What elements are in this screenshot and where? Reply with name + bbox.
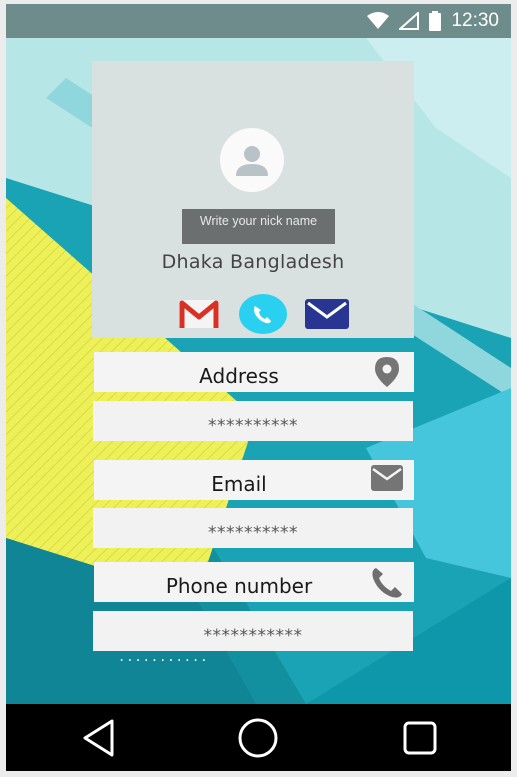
phone-label: Phone number [165, 574, 313, 598]
envelope-icon[interactable] [370, 464, 404, 492]
nav-bar [6, 704, 511, 771]
home-button[interactable] [236, 718, 280, 758]
address-label-row: Address [94, 352, 414, 392]
stray-text: ........... [118, 650, 209, 664]
avatar[interactable] [220, 128, 284, 192]
nick-name-input[interactable] [182, 209, 335, 244]
location-pin-icon[interactable] [374, 356, 400, 388]
back-icon [83, 719, 114, 757]
home-icon [238, 718, 278, 758]
signal-icon [399, 12, 420, 30]
phone-icon [239, 294, 287, 334]
email-label-row: Email [94, 460, 414, 500]
status-bar: 12:30 [6, 4, 511, 38]
phone-call-button[interactable] [238, 293, 288, 335]
wifi-icon [367, 12, 390, 30]
status-time: 12:30 [451, 10, 499, 31]
phone-value-field[interactable] [93, 611, 413, 651]
email-value-field[interactable] [93, 508, 413, 548]
recents-button[interactable] [398, 718, 442, 758]
person-icon [236, 146, 268, 176]
mail-icon[interactable] [304, 293, 350, 335]
phone-icon[interactable] [370, 566, 404, 600]
device-screen: 12:30 Dh [6, 4, 511, 771]
phone-label-row: Phone number [94, 562, 414, 602]
location-text: Dhaka Bangladesh [161, 251, 345, 273]
address-label: Address [199, 364, 279, 388]
email-label: Email [211, 472, 267, 496]
contact-icons [178, 293, 350, 335]
profile-card: Dhaka Bangladesh [92, 61, 414, 338]
address-value-field[interactable] [93, 401, 413, 441]
battery-icon [429, 11, 442, 31]
recents-icon [403, 721, 437, 755]
gmail-icon[interactable] [178, 293, 220, 335]
back-button[interactable] [76, 718, 120, 758]
